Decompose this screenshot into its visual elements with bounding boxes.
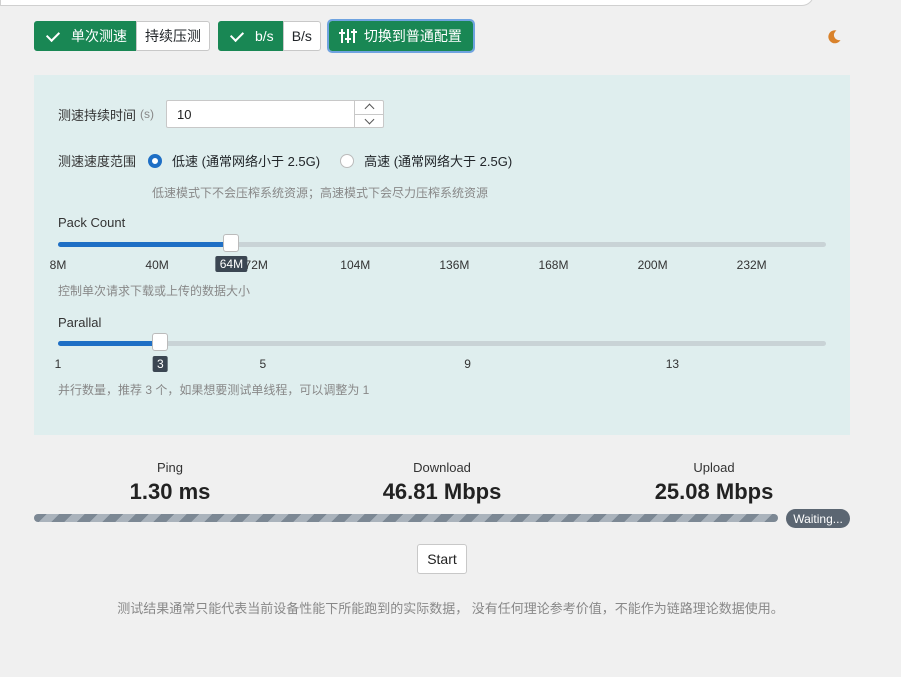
pack-count-slider[interactable]	[58, 234, 826, 252]
footer-note: 测试结果通常只能代表当前设备性能下所能跑到的实际数据， 没有任何理论参考价值，不…	[117, 601, 784, 616]
pack-count-title: Pack Count	[58, 215, 126, 230]
stepper-down[interactable]	[355, 113, 384, 128]
pack-tick-label: 136M	[439, 258, 470, 272]
progress-bar	[34, 514, 778, 522]
switch-config-label: 切换到普通配置	[363, 28, 462, 44]
unit-bits-button[interactable]: b/s	[218, 21, 283, 51]
unit-bits-label: b/s	[255, 28, 274, 44]
status-badge: Waiting...	[786, 509, 850, 528]
pack-tick-label: 168M	[538, 258, 569, 272]
pack-tick-label: 8M	[49, 258, 67, 272]
unit-bytes-label: B/s	[291, 28, 312, 44]
chevron-down-icon	[364, 114, 374, 125]
parallel-slider[interactable]	[58, 333, 826, 351]
mode-single-button[interactable]: 单次测速	[34, 21, 136, 51]
check-icon	[229, 27, 245, 42]
download-label: Download	[413, 460, 471, 475]
check-icon	[45, 27, 61, 42]
range-low-radio[interactable]	[148, 153, 163, 168]
range-low-label[interactable]: 低速 (通常网络小于 2.5G)	[172, 151, 320, 170]
upload-value: 25.08 Mbps	[654, 479, 774, 504]
parallel-value-tag: 3	[153, 356, 168, 372]
stepper-up[interactable]	[355, 101, 383, 114]
duration-unit: (s)	[140, 107, 155, 121]
pack-tick-label: 104M	[340, 258, 371, 272]
duration-input[interactable]	[177, 107, 348, 122]
pack-count-value-tag: 64M	[215, 256, 248, 272]
speed-range-row: 测速速度范围 低速 (通常网络小于 2.5G) 高速 (通常网络大于 2.5G)	[58, 151, 512, 170]
parallel-title: Parallal	[58, 315, 102, 330]
unit-toggle-group: b/s B/s	[218, 21, 321, 51]
range-high-radio[interactable]	[340, 153, 355, 168]
top-address-bar	[0, 0, 814, 6]
moon-icon[interactable]	[826, 29, 842, 45]
mode-continuous-label: 持续压测	[145, 28, 201, 44]
download-value: 46.81 Mbps	[382, 479, 502, 504]
speed-range-label: 测速速度范围	[58, 154, 137, 169]
toolbar: 单次测速 持续压测 b/s B/s 切换到普通配置	[34, 19, 475, 53]
chevron-up-icon	[364, 103, 374, 114]
duration-label: 测速持续时间	[58, 107, 137, 123]
download-stat: Download 46.81 Mbps	[383, 460, 502, 505]
sliders-icon	[338, 28, 357, 44]
par-tick-label: 13	[665, 357, 680, 371]
range-high-label[interactable]: 高速 (通常网络大于 2.5G)	[364, 151, 512, 170]
switch-config-button[interactable]: 切换到普通配置	[326, 19, 475, 53]
mode-toggle-group: 单次测速 持续压测	[34, 21, 210, 51]
pack-count-hint: 控制单次请求下载或上传的数据大小	[58, 284, 251, 298]
upload-label: Upload	[693, 460, 735, 475]
pack-tick-label: 72M	[244, 258, 268, 272]
ping-stat: Ping 1.30 ms	[130, 460, 211, 505]
parallel-handle[interactable]	[152, 333, 169, 351]
parallel-hint: 并行数量，推荐 3 个，如果想要测试单线程，可以调整为 1	[58, 383, 370, 397]
par-tick-label: 1	[54, 357, 62, 371]
parallel-fill	[58, 341, 161, 346]
pack-count-handle[interactable]	[223, 234, 240, 252]
start-button[interactable]: Start	[417, 544, 467, 574]
duration-input-wrap	[166, 100, 385, 128]
mode-single-label: 单次测速	[71, 28, 127, 44]
pack-tick-label: 232M	[736, 258, 767, 272]
par-tick-label: 5	[259, 357, 267, 371]
upload-stat: Upload 25.08 Mbps	[655, 460, 774, 505]
pack-count-fill	[58, 242, 232, 247]
unit-bytes-button[interactable]: B/s	[282, 21, 321, 51]
par-tick-label: 9	[464, 357, 471, 371]
ping-label: Ping	[156, 460, 184, 475]
duration-row: 测速持续时间 (s)	[58, 100, 385, 128]
speed-range-hint: 低速模式下不会压榨系统资源；高速模式下会尽力压榨系统资源	[152, 186, 489, 200]
pack-tick-label: 200M	[637, 258, 668, 272]
duration-stepper[interactable]	[354, 101, 384, 128]
pack-tick-label: 40M	[145, 258, 169, 272]
config-panel: 测速持续时间 (s) 测速速度范围 低速 (通常网络小于 2.5G) 高速 (通…	[34, 75, 850, 435]
mode-continuous-button[interactable]: 持续压测	[136, 21, 210, 51]
ping-value: 1.30 ms	[129, 479, 211, 504]
